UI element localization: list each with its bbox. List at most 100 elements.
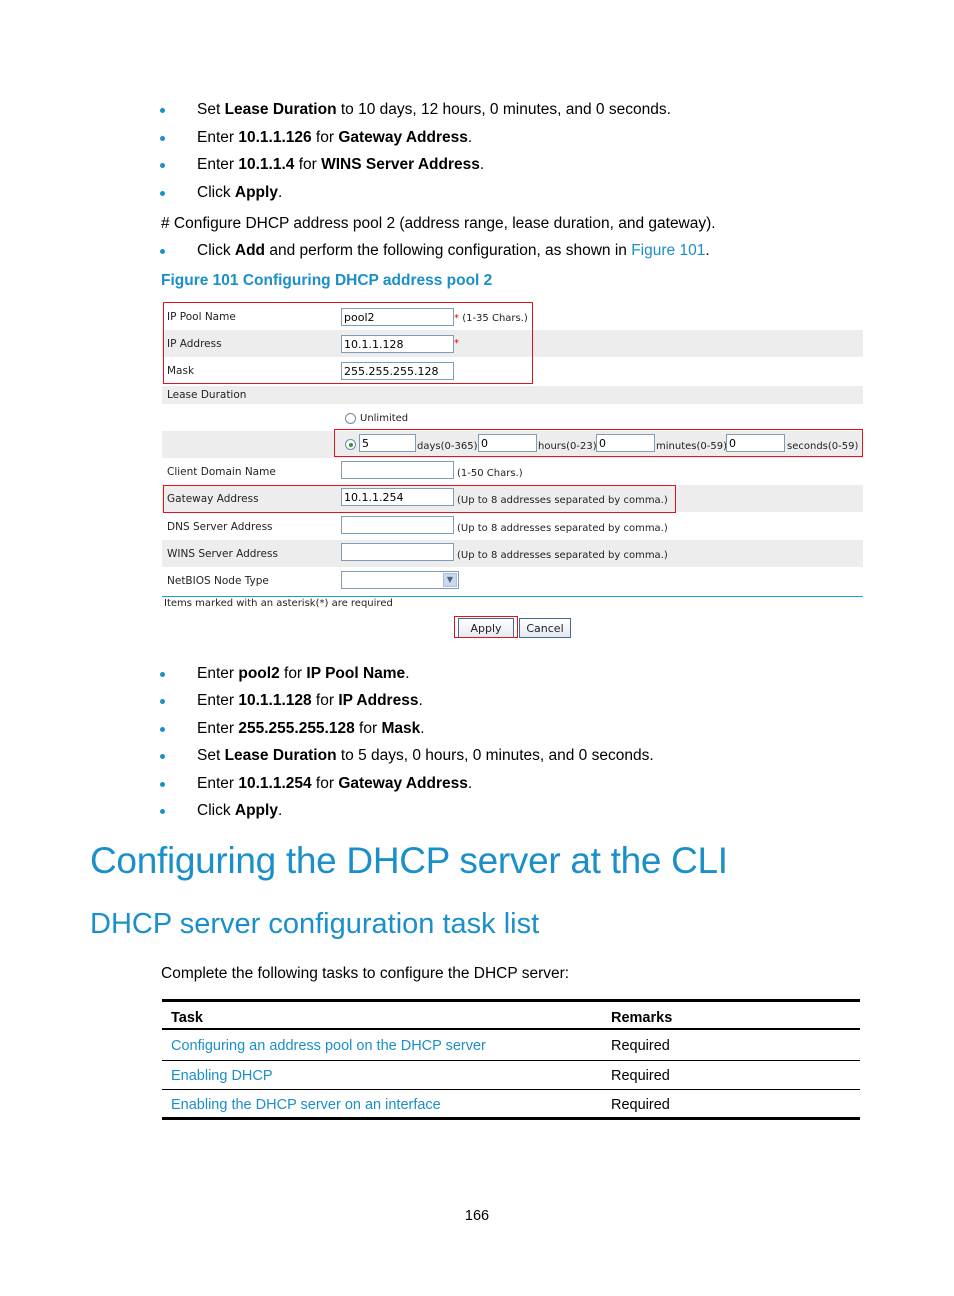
dns-server-label: DNS Server Address	[167, 521, 273, 533]
intro-paragraph: Complete the following tasks to configur…	[161, 965, 570, 982]
bullet-text: Set Lease Duration to 5 days, 0 hours, 0…	[197, 746, 654, 766]
task-link[interactable]: Configuring an address pool on the DHCP …	[171, 1038, 486, 1054]
bullet-text: Enter 10.1.1.4 for WINS Server Address.	[197, 155, 484, 175]
text: Click	[197, 802, 235, 819]
bold-term: Gateway Address	[338, 129, 468, 146]
text: for	[279, 665, 307, 682]
header-remarks: Remarks	[611, 1010, 673, 1026]
seconds-label: seconds(0-59)	[787, 441, 859, 452]
required-asterisk: *	[454, 313, 459, 324]
bold-term: Lease Duration	[224, 747, 337, 764]
bullet-text: Enter 10.1.1.254 for Gateway Address.	[197, 774, 472, 794]
netbios-node-type-select[interactable]: ▼	[341, 571, 459, 589]
text: .	[277, 184, 283, 201]
bullet-text: Click Apply.	[197, 183, 282, 203]
mask-label: Mask	[167, 365, 195, 377]
dns-server-input[interactable]	[341, 516, 454, 534]
ip-pool-name-hint: (1-35 Chars.)	[462, 313, 528, 324]
client-domain-hint: (1-50 Chars.)	[457, 468, 523, 479]
bullet-text: Set Lease Duration to 10 days, 12 hours,…	[197, 100, 671, 120]
unlimited-radio[interactable]	[345, 413, 356, 424]
text: Enter	[197, 665, 239, 682]
bold-term: IP Address	[338, 692, 419, 709]
text: for	[294, 156, 322, 173]
lease-unlimited-row: Unlimited	[162, 404, 863, 431]
task-remarks: Required	[611, 1038, 670, 1054]
text: Click	[197, 184, 235, 201]
bold-term: 10.1.1.4	[238, 156, 295, 173]
lease-custom-row: 5 days(0-365) 0 hours(0-23) 0 minutes(0-…	[162, 431, 863, 458]
task-remarks: Required	[611, 1097, 670, 1113]
task-link[interactable]: Enabling the DHCP server on an interface	[171, 1097, 441, 1113]
wins-server-input[interactable]	[341, 543, 454, 561]
client-domain-input[interactable]	[341, 461, 454, 479]
mask-input[interactable]: 255.255.255.128	[341, 362, 454, 380]
dns-server-hint: (Up to 8 addresses separated by comma.)	[457, 523, 668, 534]
minutes-input[interactable]: 0	[596, 434, 655, 452]
text: .	[479, 156, 485, 173]
hours-input[interactable]: 0	[478, 434, 537, 452]
gateway-address-label: Gateway Address	[167, 493, 259, 505]
bold-term: 10.1.1.128	[238, 692, 312, 709]
mask-row: Mask 255.255.255.128	[162, 357, 863, 384]
bold-term: pool2	[238, 665, 280, 682]
text: Enter	[197, 129, 239, 146]
cancel-button[interactable]: Cancel	[519, 618, 571, 638]
table-border	[162, 999, 860, 1002]
text: and perform the following configuration,…	[265, 242, 632, 259]
text: .	[405, 665, 410, 682]
bold-term: 10.1.1.254	[238, 775, 312, 792]
bold-term: IP Pool Name	[306, 665, 406, 682]
wins-server-label: WINS Server Address	[167, 548, 278, 560]
section-heading: Configuring the DHCP server at the CLI	[90, 840, 728, 881]
text: Set	[197, 101, 225, 118]
unlimited-label: Unlimited	[360, 413, 409, 424]
bullet-text: Enter pool2 for IP Pool Name.	[197, 664, 410, 684]
wins-server-hint: (Up to 8 addresses separated by comma.)	[457, 550, 668, 561]
hours-label: hours(0-23)	[538, 441, 597, 452]
bullet-text: Enter 255.255.255.128 for Mask.	[197, 719, 425, 739]
dns-server-row: DNS Server Address (Up to 8 addresses se…	[162, 513, 863, 540]
days-label: days(0-365)	[417, 441, 478, 452]
task-remarks: Required	[611, 1068, 670, 1084]
text: Enter	[197, 775, 239, 792]
bullet-icon	[160, 136, 165, 141]
add-keyword: Add	[234, 242, 266, 259]
bold-term: Gateway Address	[338, 775, 468, 792]
ip-address-row: IP Address 10.1.1.128 *	[162, 330, 863, 357]
chevron-down-icon[interactable]: ▼	[443, 573, 457, 587]
task-link[interactable]: Enabling DHCP	[171, 1068, 273, 1084]
bold-term: Apply	[234, 184, 278, 201]
gateway-address-hint: (Up to 8 addresses separated by comma.)	[457, 495, 668, 506]
page-number: 166	[464, 1208, 490, 1224]
required-note: Items marked with an asterisk(*) are req…	[164, 598, 393, 609]
text: Enter	[197, 692, 239, 709]
ip-pool-name-input[interactable]: pool2	[341, 308, 454, 326]
seconds-input[interactable]: 0	[726, 434, 785, 452]
netbios-row: NetBIOS Node Type ▼	[162, 567, 863, 594]
bold-term: Lease Duration	[224, 101, 337, 118]
days-input[interactable]: 5	[359, 434, 416, 452]
bullet-text: Enter 10.1.1.128 for IP Address.	[197, 691, 423, 711]
dhcp-pool-form: IP Pool Name pool2 * (1-35 Chars.) IP Ad…	[162, 302, 864, 642]
text: for	[311, 129, 339, 146]
bold-term: Apply	[234, 802, 278, 819]
bullet-icon	[160, 163, 165, 168]
table-border	[162, 1028, 860, 1030]
netbios-label: NetBIOS Node Type	[167, 575, 269, 587]
gateway-address-input[interactable]: 10.1.1.254	[341, 488, 454, 506]
ip-address-label: IP Address	[167, 338, 222, 350]
figure-link[interactable]: Figure 101	[631, 242, 705, 259]
wins-server-row: WINS Server Address (Up to 8 addresses s…	[162, 540, 863, 567]
ip-address-input[interactable]: 10.1.1.128	[341, 335, 454, 353]
bold-term: 255.255.255.128	[238, 720, 355, 737]
bullet-icon	[160, 191, 165, 196]
text: .	[467, 775, 473, 792]
bullet-icon	[160, 754, 165, 759]
ip-pool-name-row: IP Pool Name pool2 * (1-35 Chars.)	[162, 303, 863, 330]
apply-button[interactable]: Apply	[458, 618, 514, 638]
text: Set	[197, 747, 225, 764]
custom-duration-radio[interactable]	[345, 439, 356, 450]
required-asterisk: *	[454, 338, 459, 349]
bold-term: Mask	[381, 720, 421, 737]
